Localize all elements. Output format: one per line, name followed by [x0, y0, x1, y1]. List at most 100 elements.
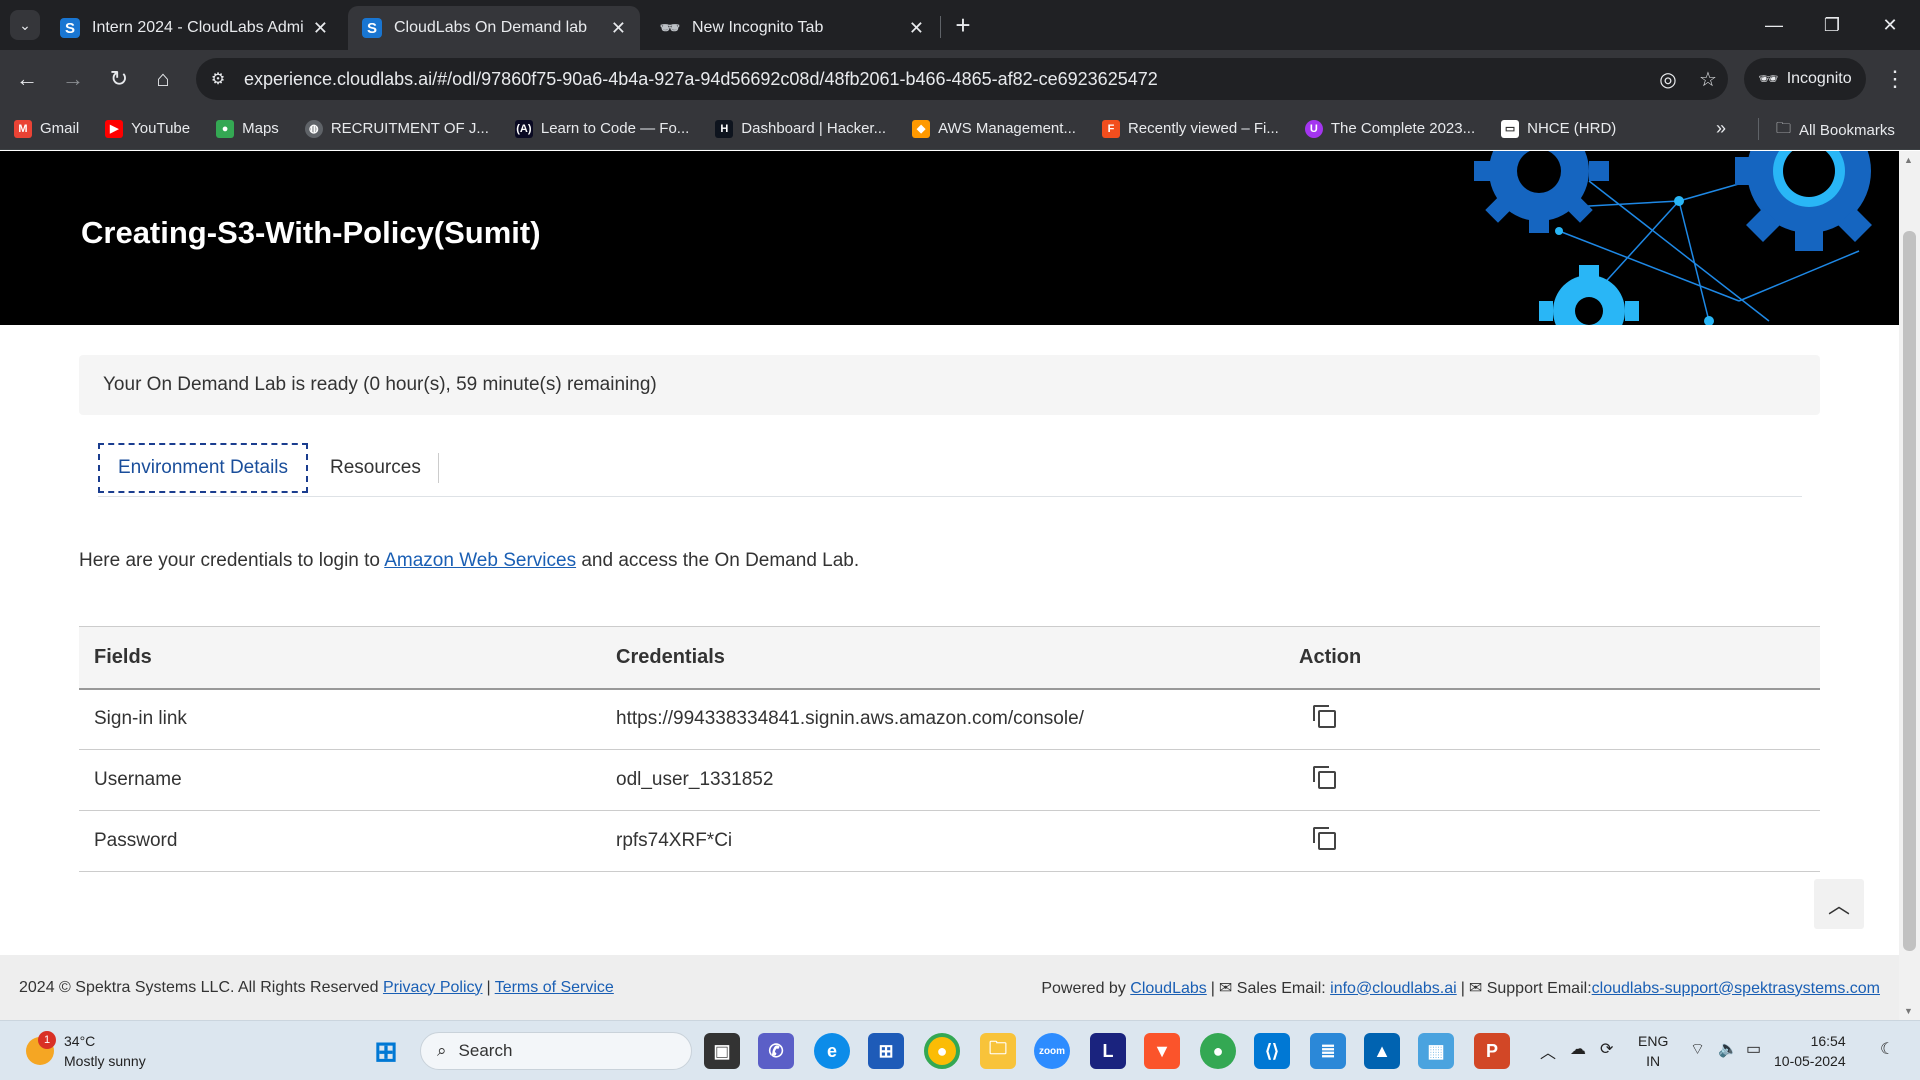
site-info-icon[interactable]: ⚙: [200, 61, 236, 97]
credential-value[interactable]: odl_user_1331852: [601, 749, 1284, 811]
incognito-profile-button[interactable]: 🕶 Incognito: [1744, 58, 1866, 100]
sales-email-link[interactable]: info@cloudlabs.ai: [1330, 980, 1457, 997]
file-explorer-icon[interactable]: 🗀: [980, 1033, 1016, 1069]
eye-slash-icon[interactable]: ◎: [1648, 67, 1688, 92]
lab-banner: Creating-S3-With-Policy(Sumit): [0, 151, 1899, 325]
restore-button[interactable]: ❐: [1804, 0, 1860, 50]
bookmark-youtube[interactable]: ▶ YouTube: [105, 119, 190, 138]
tab-separator: [940, 16, 941, 38]
scroll-to-top-button[interactable]: ︿: [1814, 879, 1864, 929]
scrollbar-thumb[interactable]: [1903, 231, 1916, 951]
copyright-text: 2024 © Spektra Systems LLC. All Rights R…: [19, 978, 383, 996]
scroll-down-icon[interactable]: ▼: [1904, 1006, 1913, 1016]
bookmark-label: AWS Management...: [938, 120, 1076, 137]
powerpoint-icon[interactable]: P: [1474, 1033, 1510, 1069]
notepad-icon[interactable]: ≣: [1310, 1033, 1346, 1069]
edge-icon[interactable]: e: [814, 1033, 850, 1069]
cloud-icon[interactable]: ☁: [1570, 1039, 1586, 1059]
tab-search-button[interactable]: ⌄: [10, 10, 40, 40]
table-row: Username odl_user_1331852: [79, 749, 1820, 811]
nhce-icon: ▭: [1501, 119, 1520, 138]
teams-chat-icon[interactable]: ✆: [758, 1033, 794, 1069]
browser-tab-new-incognito[interactable]: 🕶 New Incognito Tab ✕: [646, 6, 938, 50]
chrome-icon[interactable]: ●: [924, 1033, 960, 1069]
powered-by-text: Powered by: [1041, 979, 1131, 997]
task-view-icon[interactable]: ▣: [704, 1033, 740, 1069]
taskbar-search[interactable]: ⌕ Search: [420, 1032, 692, 1070]
bookmark-aws[interactable]: ◆ AWS Management...: [912, 119, 1076, 138]
weather-widget[interactable]: 1 34°C Mostly sunny: [26, 1031, 146, 1071]
language-indicator[interactable]: ENG IN: [1638, 1031, 1668, 1071]
all-bookmarks-button[interactable]: 🗀 All Bookmarks: [1776, 118, 1895, 143]
freecodecamp-icon: (A): [514, 119, 533, 138]
volume-icon[interactable]: 🔈: [1718, 1039, 1738, 1059]
bookmark-label: Dashboard | Hacker...: [741, 120, 887, 137]
brave-icon[interactable]: ▼: [1144, 1033, 1180, 1069]
notifications-icon[interactable]: ☾: [1880, 1039, 1894, 1059]
new-tab-button[interactable]: +: [948, 10, 978, 40]
close-tab-icon[interactable]: ✕: [909, 18, 924, 39]
url-text[interactable]: experience.cloudlabs.ai/#/odl/97860f75-9…: [244, 69, 1648, 90]
app-l-icon[interactable]: L: [1090, 1033, 1126, 1069]
sync-icon[interactable]: ⟳: [1600, 1039, 1613, 1059]
copy-icon[interactable]: [1313, 705, 1336, 729]
credential-value[interactable]: https://994338334841.signin.aws.amazon.c…: [601, 688, 1284, 750]
terms-of-service-link[interactable]: Terms of Service: [495, 979, 614, 996]
browser-tab-ondemand-lab[interactable]: S CloudLabs On Demand lab ✕: [348, 6, 640, 50]
support-email-link[interactable]: cloudlabs-support@spektrasystems.com: [1592, 980, 1880, 997]
udemy-icon: U: [1304, 119, 1323, 138]
copy-icon[interactable]: [1313, 766, 1336, 789]
forward-button[interactable]: →: [58, 64, 88, 94]
region-code: IN: [1646, 1053, 1661, 1069]
aws-cube-icon: ◆: [912, 119, 931, 138]
table-row: Sign-in link https://994338334841.signin…: [79, 688, 1820, 750]
remote-desktop-icon[interactable]: ▦: [1418, 1033, 1454, 1069]
bookmark-label: NHCE (HRD): [1527, 120, 1617, 137]
browser-menu-button[interactable]: ⋮: [1880, 64, 1910, 94]
globe-icon: ◍: [304, 119, 323, 138]
copy-icon[interactable]: [1313, 827, 1336, 850]
column-header-fields: Fields: [79, 626, 601, 690]
chevron-up-icon[interactable]: ︿: [1540, 1039, 1556, 1063]
back-button[interactable]: ←: [12, 64, 42, 94]
tab-environment-details[interactable]: Environment Details: [98, 443, 309, 493]
bookmark-freecodecamp[interactable]: (A) Learn to Code — Fo...: [514, 119, 689, 138]
address-bar[interactable]: ⚙ experience.cloudlabs.ai/#/odl/97860f75…: [196, 58, 1728, 100]
cloudlabs-link[interactable]: CloudLabs: [1130, 980, 1207, 997]
bookmark-gmail[interactable]: M Gmail: [14, 119, 79, 138]
bookmark-recruitment[interactable]: ◍ RECRUITMENT OF J...: [304, 119, 489, 138]
photos-icon[interactable]: ▲: [1364, 1033, 1400, 1069]
browser-tab-cloudlabs-admin[interactable]: S Intern 2024 - CloudLabs Admin ✕: [46, 6, 342, 50]
minimize-button[interactable]: —: [1746, 0, 1802, 50]
windows-start-icon[interactable]: ⊞: [368, 1033, 404, 1069]
lab-tabs: Environment Details Resources: [98, 441, 1802, 497]
close-window-button[interactable]: ✕: [1862, 0, 1918, 50]
bookmark-figma[interactable]: F Recently viewed – Fi...: [1101, 119, 1279, 138]
page-scrollbar[interactable]: ▲ ▼: [1899, 151, 1920, 1020]
bookmark-hackerrank[interactable]: H Dashboard | Hacker...: [715, 119, 887, 138]
aws-link[interactable]: Amazon Web Services: [384, 550, 576, 571]
tab-resources[interactable]: Resources: [312, 443, 439, 493]
chrome-profile-icon[interactable]: ●: [1200, 1033, 1236, 1069]
wifi-icon[interactable]: ⌔: [1690, 1039, 1705, 1059]
more-bookmarks-chevron-icon[interactable]: »: [1716, 118, 1726, 139]
microsoft-store-icon[interactable]: ⊞: [868, 1033, 904, 1069]
envelope-icon: ✉: [1218, 979, 1233, 997]
privacy-policy-link[interactable]: Privacy Policy: [383, 979, 483, 996]
credential-value[interactable]: rpfs74XRF*Ci: [601, 810, 1284, 872]
bookmark-label: RECRUITMENT OF J...: [330, 120, 489, 137]
bookmark-udemy[interactable]: U The Complete 2023...: [1304, 119, 1475, 138]
reload-button[interactable]: ↻: [104, 64, 134, 94]
system-clock[interactable]: 16:54 10-05-2024: [1774, 1031, 1846, 1071]
star-icon[interactable]: ☆: [1688, 67, 1728, 92]
scroll-up-icon[interactable]: ▲: [1904, 155, 1913, 165]
close-tab-icon[interactable]: ✕: [313, 18, 328, 39]
close-tab-icon[interactable]: ✕: [611, 18, 626, 39]
home-button[interactable]: ⌂: [148, 64, 178, 94]
bookmark-nhce[interactable]: ▭ NHCE (HRD): [1501, 119, 1617, 138]
bookmark-maps[interactable]: ● Maps: [216, 119, 279, 138]
vscode-icon[interactable]: ⟨⟩: [1254, 1033, 1290, 1069]
zoom-icon[interactable]: zoom: [1034, 1033, 1070, 1069]
battery-icon[interactable]: ▭: [1746, 1039, 1761, 1059]
clock-time: 16:54: [1810, 1033, 1846, 1049]
